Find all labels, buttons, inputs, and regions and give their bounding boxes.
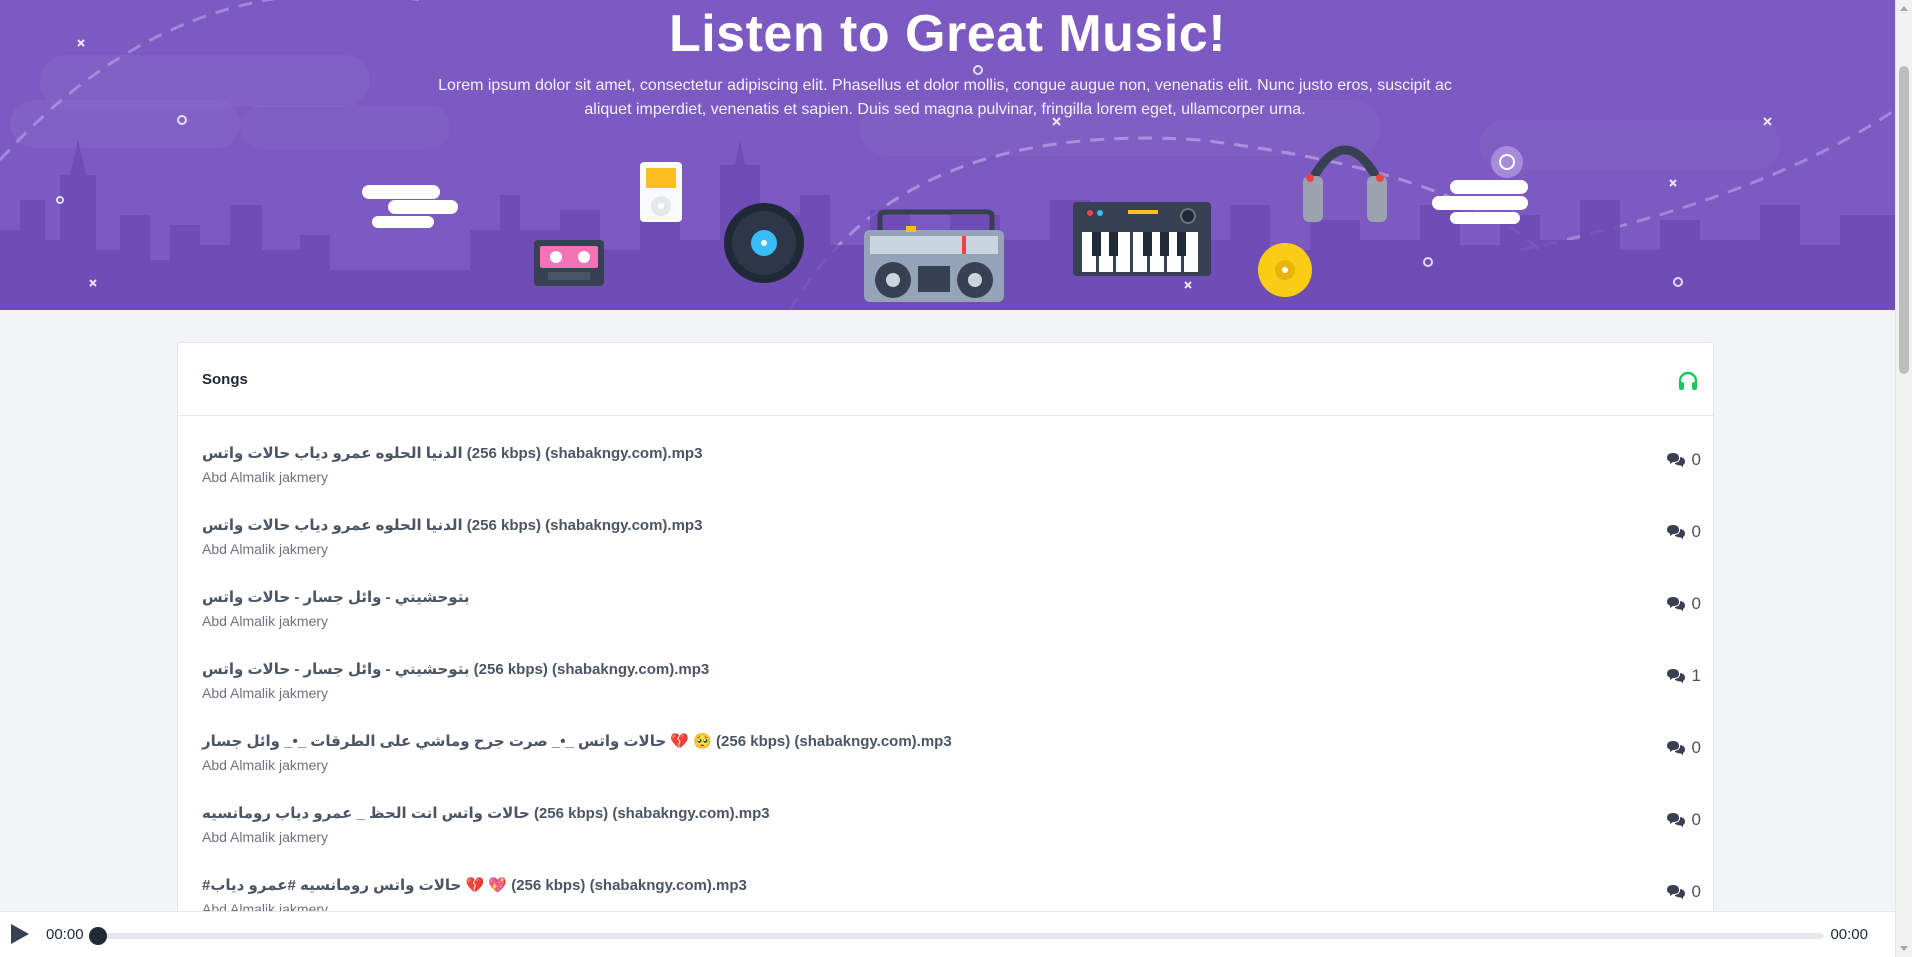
comments-icon xyxy=(1666,525,1685,539)
song-title[interactable]: الدنيا الحلوه عمرو دياب حالات واتس (256 … xyxy=(202,444,702,462)
comments-count[interactable]: 0 xyxy=(1666,450,1701,470)
comments-count-value: 0 xyxy=(1691,810,1701,829)
comments-count-value: 0 xyxy=(1691,594,1701,613)
song-artist: Abd Almalik jakmery xyxy=(202,829,329,845)
comments-count-value: 0 xyxy=(1691,450,1701,469)
songs-panel-header: Songs xyxy=(178,343,1713,416)
duration-time: 00:00 xyxy=(1830,926,1868,943)
song-title[interactable]: الدنيا الحلوه عمرو دياب حالات واتس (256 … xyxy=(202,516,702,534)
comments-count[interactable]: 1 xyxy=(1666,666,1701,686)
audio-player: 00:00 00:00 xyxy=(0,911,1895,957)
song-title[interactable]: حالات واتس _•_ صرت جرح وماشي على الطرقات… xyxy=(202,732,952,750)
song-artist: Abd Almalik jakmery xyxy=(202,541,329,557)
scroll-up-icon[interactable] xyxy=(1900,6,1908,11)
comments-count[interactable]: 0 xyxy=(1666,882,1701,902)
songs-panel: Songs الدنيا الحلوه عمرو دياب حالات واتس… xyxy=(177,342,1714,957)
song-title[interactable]: بتوحشيني - وائل جسار - حالات واتس xyxy=(202,588,469,606)
song-item[interactable]: بتوحشيني - وائل جسار - حالات واتس (256 k… xyxy=(178,660,1713,732)
song-title[interactable]: #حالات واتس رومانسيه #عمرو دياب 💔 💖 (256… xyxy=(202,876,747,894)
songs-panel-title: Songs xyxy=(202,371,248,388)
song-item[interactable]: الدنيا الحلوه عمرو دياب حالات واتس (256 … xyxy=(178,516,1713,588)
comments-icon xyxy=(1666,741,1685,755)
comments-icon xyxy=(1666,669,1685,683)
comments-count[interactable]: 0 xyxy=(1666,810,1701,830)
comments-icon xyxy=(1666,813,1685,827)
play-icon[interactable] xyxy=(11,924,29,944)
comments-count[interactable]: 0 xyxy=(1666,522,1701,542)
hero-title: Listen to Great Music! xyxy=(668,5,1227,63)
progress-track[interactable] xyxy=(96,933,1824,939)
progress-handle[interactable] xyxy=(89,927,107,945)
song-title[interactable]: حالات واتس انت الحظ _ عمرو دياب رومانسيه… xyxy=(202,804,770,822)
song-artist: Abd Almalik jakmery xyxy=(202,685,329,701)
comments-icon xyxy=(1666,453,1685,467)
comments-count[interactable]: 0 xyxy=(1666,594,1701,614)
song-artist: Abd Almalik jakmery xyxy=(202,469,329,485)
song-item[interactable]: حالات واتس _•_ صرت جرح وماشي على الطرقات… xyxy=(178,732,1713,804)
hero-banner: Listen to Great Music! Lorem ipsum dolor… xyxy=(0,0,1895,310)
song-artist: Abd Almalik jakmery xyxy=(202,757,329,773)
song-item[interactable]: حالات واتس انت الحظ _ عمرو دياب رومانسيه… xyxy=(178,804,1713,876)
song-item[interactable]: الدنيا الحلوه عمرو دياب حالات واتس (256 … xyxy=(178,444,1713,516)
scroll-down-icon[interactable] xyxy=(1900,946,1908,951)
comments-count-value: 0 xyxy=(1691,882,1701,901)
current-time: 00:00 xyxy=(46,926,84,943)
comments-count-value: 0 xyxy=(1691,522,1701,541)
comments-icon xyxy=(1666,885,1685,899)
song-artist: Abd Almalik jakmery xyxy=(202,613,329,629)
comments-count-value: 1 xyxy=(1691,666,1701,685)
headphones-icon xyxy=(1677,371,1699,396)
song-item[interactable]: بتوحشيني - وائل جسار - حالات واتس Abd Al… xyxy=(178,588,1713,660)
scrollbar-thumb[interactable] xyxy=(1899,66,1909,374)
hero-description: Lorem ipsum dolor sit amet, consectetur … xyxy=(438,77,1452,118)
comments-count-value: 0 xyxy=(1691,738,1701,757)
comments-count[interactable]: 0 xyxy=(1666,738,1701,758)
song-title[interactable]: بتوحشيني - وائل جسار - حالات واتس (256 k… xyxy=(202,660,709,678)
page-scrollbar[interactable] xyxy=(1895,0,1912,957)
comments-icon xyxy=(1666,597,1685,611)
